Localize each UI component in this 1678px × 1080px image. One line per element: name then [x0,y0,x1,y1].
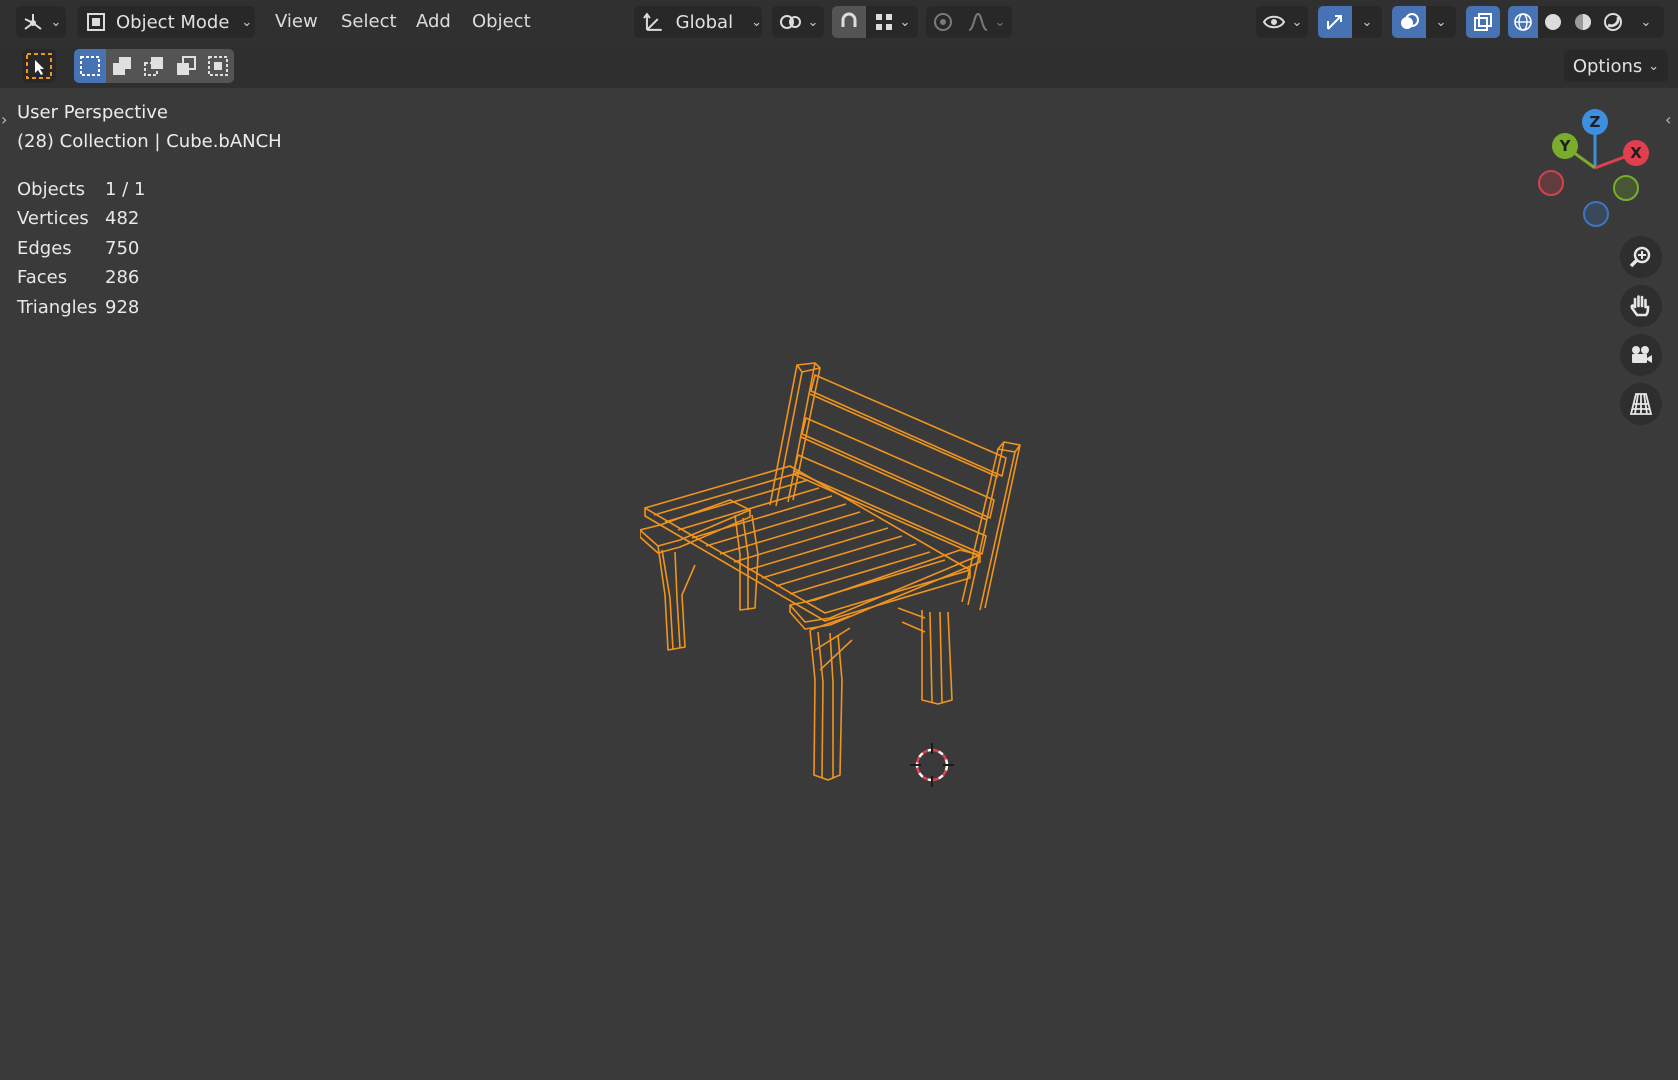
gizmo-y-handle[interactable]: Y [1552,133,1578,159]
overlays-toggle[interactable] [1392,6,1426,38]
pivot-icon [779,15,801,29]
proportional-edit-icon [934,13,952,31]
selection-mode-extend[interactable] [106,49,138,83]
camera-view-button[interactable] [1620,334,1662,376]
selectability-visibility-button[interactable]: ⌄ [1256,6,1308,38]
transform-orientation-selector[interactable]: Global ⌄ [634,6,762,38]
eye-icon [1262,15,1285,29]
gizmo-z-handle[interactable]: Z [1582,109,1608,135]
falloff-curve-icon [968,12,987,31]
perspective-toggle-button[interactable] [1620,383,1662,425]
shading-wireframe-button[interactable] [1508,6,1538,38]
wireframe-sphere-icon [1514,13,1532,31]
chevron-down-icon: ⌄ [751,14,762,30]
stat-label-edges: Edges [17,238,72,259]
menu-object[interactable]: Object [472,8,531,36]
xray-toggle[interactable] [1466,6,1500,38]
shading-options-button[interactable]: ⌄ [1628,6,1664,38]
selection-mode-invert[interactable] [170,49,202,83]
mode-selector[interactable]: Object Mode ⌄ [77,6,255,38]
gizmo-options-button[interactable]: ⌄ [1352,6,1382,38]
gizmo-neg-x-handle[interactable] [1538,170,1564,196]
chevron-down-icon: ⌄ [1640,14,1652,30]
chevron-down-icon: ⌄ [1291,14,1303,30]
rendered-sphere-icon [1604,13,1622,31]
mode-label: Object Mode [116,11,230,33]
stat-label-vertices: Vertices [17,208,89,229]
bench-wireframe[interactable] [640,350,1060,810]
toolbar-expand-arrow[interactable]: › [1,110,7,129]
select-new-icon [80,56,100,76]
overlays-icon [1401,13,1419,29]
shading-solid-button[interactable] [1538,6,1568,38]
hand-icon [1630,295,1650,317]
camera-icon [1632,346,1652,363]
select-subtract-icon [144,57,163,76]
overlays-options-button[interactable]: ⌄ [1426,6,1456,38]
options-label: Options [1572,55,1643,77]
gizmo-arrows-icon [1327,15,1342,30]
select-intersect-icon [208,56,228,76]
3d-cursor-icon[interactable] [907,740,957,790]
stat-value-triangles: 928 [105,297,140,318]
chevron-down-icon: ⌄ [899,14,911,30]
gizmo-toggle[interactable] [1318,6,1352,38]
chevron-down-icon: ⌄ [241,14,253,30]
stat-value-objects: 1 / 1 [105,179,146,200]
chevron-down-icon: ⌄ [1361,14,1373,30]
material-sphere-icon [1575,14,1591,30]
falloff-button[interactable]: ⌄ [960,6,1012,38]
snap-target-button[interactable]: ⌄ [866,6,918,38]
stat-label-triangles: Triangles [17,297,98,318]
magnet-icon [841,12,857,27]
gizmo-neg-y-handle[interactable] [1613,175,1639,201]
orientation-label: Global [675,11,734,33]
navigation-gizmo[interactable]: Z X Y [1530,105,1670,230]
selection-mode-intersect[interactable] [202,49,234,83]
select-invert-icon [177,56,196,75]
gizmo-neg-z-handle[interactable] [1583,201,1609,227]
xray-icon [1474,13,1492,31]
stat-value-vertices: 482 [105,208,140,229]
options-dropdown[interactable]: Options ⌄ [1564,50,1668,82]
chevron-down-icon: ⌄ [807,14,819,30]
selection-mode-new[interactable] [74,49,106,83]
view-name: User Perspective [17,102,168,123]
collection-info: (28) Collection | Cube.bANCH [17,131,282,152]
selection-mode-subtract[interactable] [138,49,170,83]
stat-label-faces: Faces [17,267,68,288]
menu-view[interactable]: View [275,8,318,36]
gizmo-x-handle[interactable]: X [1623,140,1649,166]
solid-sphere-icon [1545,14,1561,30]
perspective-grid-icon [1629,393,1653,415]
zoom-icon [1629,246,1651,268]
pivot-point-button[interactable]: ⌄ [772,6,824,38]
3d-viewport-icon [23,14,42,30]
stat-label-objects: Objects [17,179,86,200]
chevron-down-icon: ⌄ [994,14,1006,30]
proportional-editing-toggle[interactable] [926,6,960,38]
shading-material-button[interactable] [1568,6,1598,38]
chevron-down-icon: ⌄ [1648,58,1660,74]
menu-add[interactable]: Add [416,8,451,36]
select-box-tool-icon [26,53,52,79]
shading-rendered-button[interactable] [1598,6,1628,38]
zoom-button[interactable] [1620,236,1662,278]
menu-select[interactable]: Select [341,8,397,36]
active-tool-button[interactable] [22,49,56,83]
object-mode-icon [87,13,105,31]
chevron-down-icon: ⌄ [50,14,62,30]
editor-type-button[interactable]: ⌄ [16,6,66,38]
pan-button[interactable] [1620,285,1662,327]
chevron-down-icon: ⌄ [1435,14,1447,30]
stat-value-edges: 750 [105,238,140,259]
select-extend-icon [113,57,131,75]
orientation-axes-icon [643,12,662,31]
snap-increment-icon [875,14,892,30]
stat-value-faces: 286 [105,267,140,288]
tool-settings-bar: Options ⌄ [0,44,1678,88]
snap-toggle[interactable] [832,6,866,38]
viewport-header: ⌄ Object Mode ⌄ View Select Add Object G… [0,0,1678,44]
